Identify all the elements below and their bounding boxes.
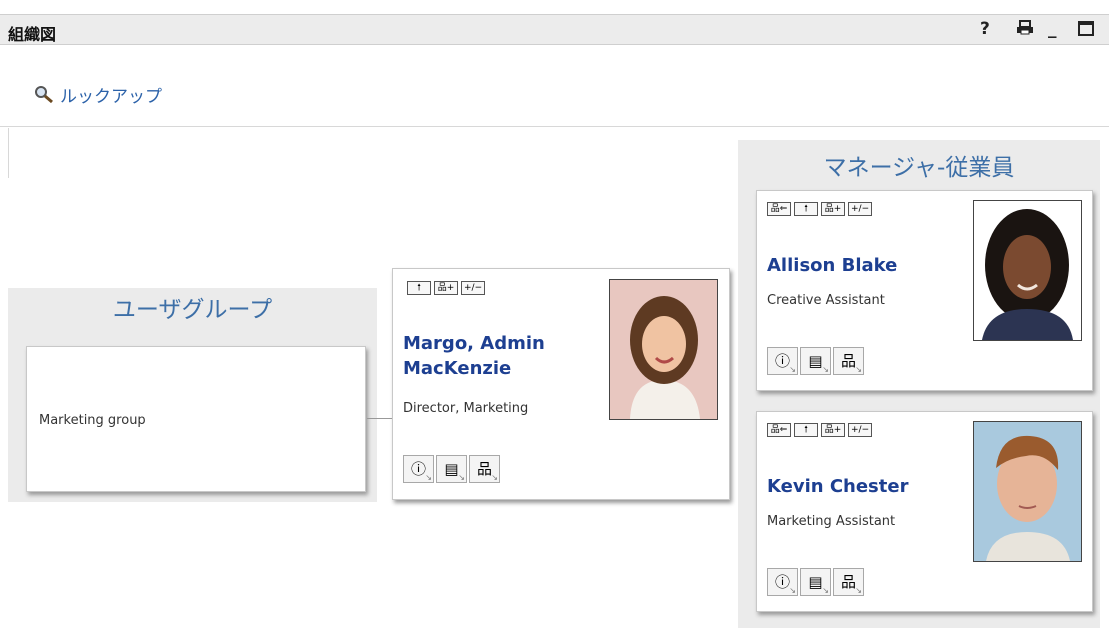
employee-title: Creative Assistant: [767, 293, 885, 308]
magnifier-icon: [35, 85, 53, 103]
manager-panel-title: マネージャ-従業員: [823, 155, 1015, 181]
up-level-button[interactable]: 🠕: [794, 423, 818, 437]
employee-photo: [973, 200, 1082, 341]
org-chart-button[interactable]: 品: [469, 455, 500, 483]
maximize-icon[interactable]: [1078, 21, 1094, 41]
expand-collapse-button[interactable]: +/−: [461, 281, 486, 295]
employee-card[interactable]: 品⇐ 🠕 品+ +/− Allison Blake Creative Assis…: [756, 190, 1093, 391]
lookup-link[interactable]: ルックアップ: [34, 82, 162, 107]
email-button[interactable]: ▤: [800, 347, 831, 375]
help-icon[interactable]: ?: [980, 19, 990, 39]
connector-line: [367, 418, 392, 419]
employee-photo: [973, 421, 1082, 562]
print-icon[interactable]: [1016, 20, 1034, 40]
user-name[interactable]: Margo, Admin MacKenzie: [403, 331, 583, 381]
user-group-panel-title: ユーザグループ: [112, 297, 273, 323]
info-button[interactable]: ⓘ: [403, 455, 434, 483]
up-level-button[interactable]: 🠕: [794, 202, 818, 216]
expand-collapse-button[interactable]: +/−: [848, 202, 873, 216]
card-toolbar: 🠕 品+ +/−: [407, 281, 486, 295]
user-photo: [609, 279, 718, 420]
email-button[interactable]: ▤: [436, 455, 467, 483]
email-button[interactable]: ▤: [800, 568, 831, 596]
group-name: Marketing group: [39, 413, 146, 428]
org-chart-button[interactable]: 品: [833, 568, 864, 596]
group-card[interactable]: Marketing group: [26, 346, 366, 492]
up-level-button[interactable]: 🠕: [407, 281, 431, 295]
show-manager-button[interactable]: 品⇐: [767, 202, 791, 216]
action-buttons: ⓘ ▤ 品: [767, 347, 866, 375]
show-reports-button[interactable]: 品+: [821, 202, 845, 216]
minimize-icon[interactable]: _: [1048, 19, 1057, 39]
employee-title: Marketing Assistant: [767, 514, 896, 529]
info-button[interactable]: ⓘ: [767, 568, 798, 596]
card-toolbar: 品⇐ 🠕 品+ +/−: [767, 202, 873, 216]
lookup-label: ルックアップ: [60, 87, 162, 107]
org-chart-button[interactable]: 品: [833, 347, 864, 375]
portlet-title: 組織図: [8, 25, 57, 44]
info-button[interactable]: ⓘ: [767, 347, 798, 375]
manager-employee-panel: マネージャ-従業員 品⇐ 🠕 品+ +/− Allison Blake Crea…: [738, 140, 1100, 628]
show-reports-button[interactable]: 品+: [434, 281, 458, 295]
divider: [8, 128, 9, 178]
portlet-titlebar: 組織図 ? _: [0, 14, 1109, 45]
action-buttons: ⓘ ▤ 品: [767, 568, 866, 596]
employee-card[interactable]: 品⇐ 🠕 品+ +/− Kevin Chester Marketing Assi…: [756, 411, 1093, 612]
employee-name[interactable]: Allison Blake: [767, 253, 897, 278]
expand-collapse-button[interactable]: +/−: [848, 423, 873, 437]
employee-name[interactable]: Kevin Chester: [767, 474, 908, 499]
show-reports-button[interactable]: 品+: [821, 423, 845, 437]
show-manager-button[interactable]: 品⇐: [767, 423, 791, 437]
action-buttons: ⓘ ▤ 品: [403, 455, 502, 483]
card-toolbar: 品⇐ 🠕 品+ +/−: [767, 423, 873, 437]
user-group-panel: ユーザグループ Marketing group: [8, 288, 377, 502]
lookup-bar: ルックアップ: [0, 45, 1109, 127]
user-title: Director, Marketing: [403, 401, 529, 416]
focus-user-card[interactable]: 🠕 品+ +/− Margo, Admin MacKenzie Director…: [392, 268, 730, 500]
